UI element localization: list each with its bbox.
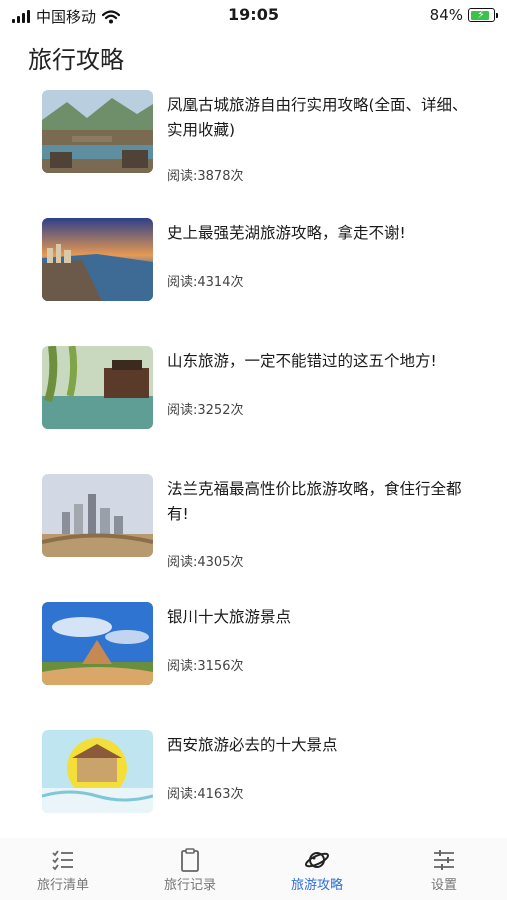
bottom-tab-bar: 旅行清单 旅行记录 旅游攻略 设置 bbox=[0, 838, 507, 900]
tab-label: 旅游攻略 bbox=[290, 878, 343, 893]
sliders-icon bbox=[434, 850, 454, 870]
article-read-count: 阅读:3252次 bbox=[167, 403, 244, 418]
tab-travel-records[interactable]: 旅行记录 bbox=[127, 838, 253, 900]
article-thumbnail bbox=[42, 346, 153, 429]
article-title: 西安旅游必去的十大景点 bbox=[167, 736, 338, 754]
clipboard-icon bbox=[181, 848, 199, 872]
tab-travel-guides[interactable]: 旅游攻略 bbox=[254, 838, 380, 900]
tab-settings[interactable]: 设置 bbox=[381, 838, 507, 900]
article-read-count: 阅读:3878次 bbox=[167, 169, 244, 184]
article-item-4[interactable]: 法兰克福最高性价比旅游攻略，食住行全都有! 阅读:4305次 bbox=[0, 469, 507, 570]
tab-label: 旅行清单 bbox=[36, 878, 89, 893]
article-read-count: 阅读:4163次 bbox=[167, 787, 244, 802]
checklist-icon bbox=[52, 850, 73, 871]
article-read-count: 阅读:3156次 bbox=[167, 659, 244, 674]
article-thumbnail bbox=[42, 602, 153, 685]
article-title: 法兰克福最高性价比旅游攻略，食住行全都有! bbox=[167, 480, 462, 523]
article-thumbnail bbox=[42, 474, 153, 557]
article-item-3[interactable]: 山东旅游，一定不能错过的这五个地方! 阅读:3252次 bbox=[0, 341, 507, 441]
article-title: 凤凰古城旅游自由行实用攻略(全面、详细、实用收藏) bbox=[167, 96, 468, 139]
tab-label: 设置 bbox=[430, 878, 457, 893]
article-read-count: 阅读:4314次 bbox=[167, 275, 244, 290]
battery-icon: ⚡ bbox=[468, 8, 498, 22]
article-thumbnail bbox=[42, 730, 153, 813]
page-title: 旅行攻略 bbox=[28, 46, 124, 74]
article-read-count: 阅读:4305次 bbox=[167, 555, 244, 570]
article-title: 山东旅游，一定不能错过的这五个地方! bbox=[167, 352, 437, 370]
tab-travel-checklist[interactable]: 旅行清单 bbox=[0, 838, 126, 900]
article-item-2[interactable]: 史上最强芜湖旅游攻略，拿走不谢! 阅读:4314次 bbox=[0, 213, 507, 313]
article-item-1[interactable]: 凤凰古城旅游自由行实用攻略(全面、详细、实用收藏) 阅读:3878次 bbox=[0, 85, 507, 185]
article-title: 史上最强芜湖旅游攻略，拿走不谢! bbox=[167, 224, 406, 242]
planet-icon bbox=[304, 852, 330, 868]
tab-label: 旅行记录 bbox=[163, 878, 216, 893]
battery-percent: 84% bbox=[429, 6, 463, 24]
charging-bolt-icon: ⚡ bbox=[477, 8, 485, 21]
article-thumbnail bbox=[42, 90, 153, 173]
status-right: 84% ⚡ bbox=[429, 6, 498, 24]
article-thumbnail bbox=[42, 218, 153, 301]
article-item-5[interactable]: 银川十大旅游景点 阅读:3156次 bbox=[0, 597, 507, 697]
article-title: 银川十大旅游景点 bbox=[167, 608, 292, 626]
status-bar: 中国移动 19:05 84% ⚡ bbox=[0, 0, 507, 30]
article-item-6[interactable]: 西安旅游必去的十大景点 阅读:4163次 bbox=[0, 725, 507, 825]
